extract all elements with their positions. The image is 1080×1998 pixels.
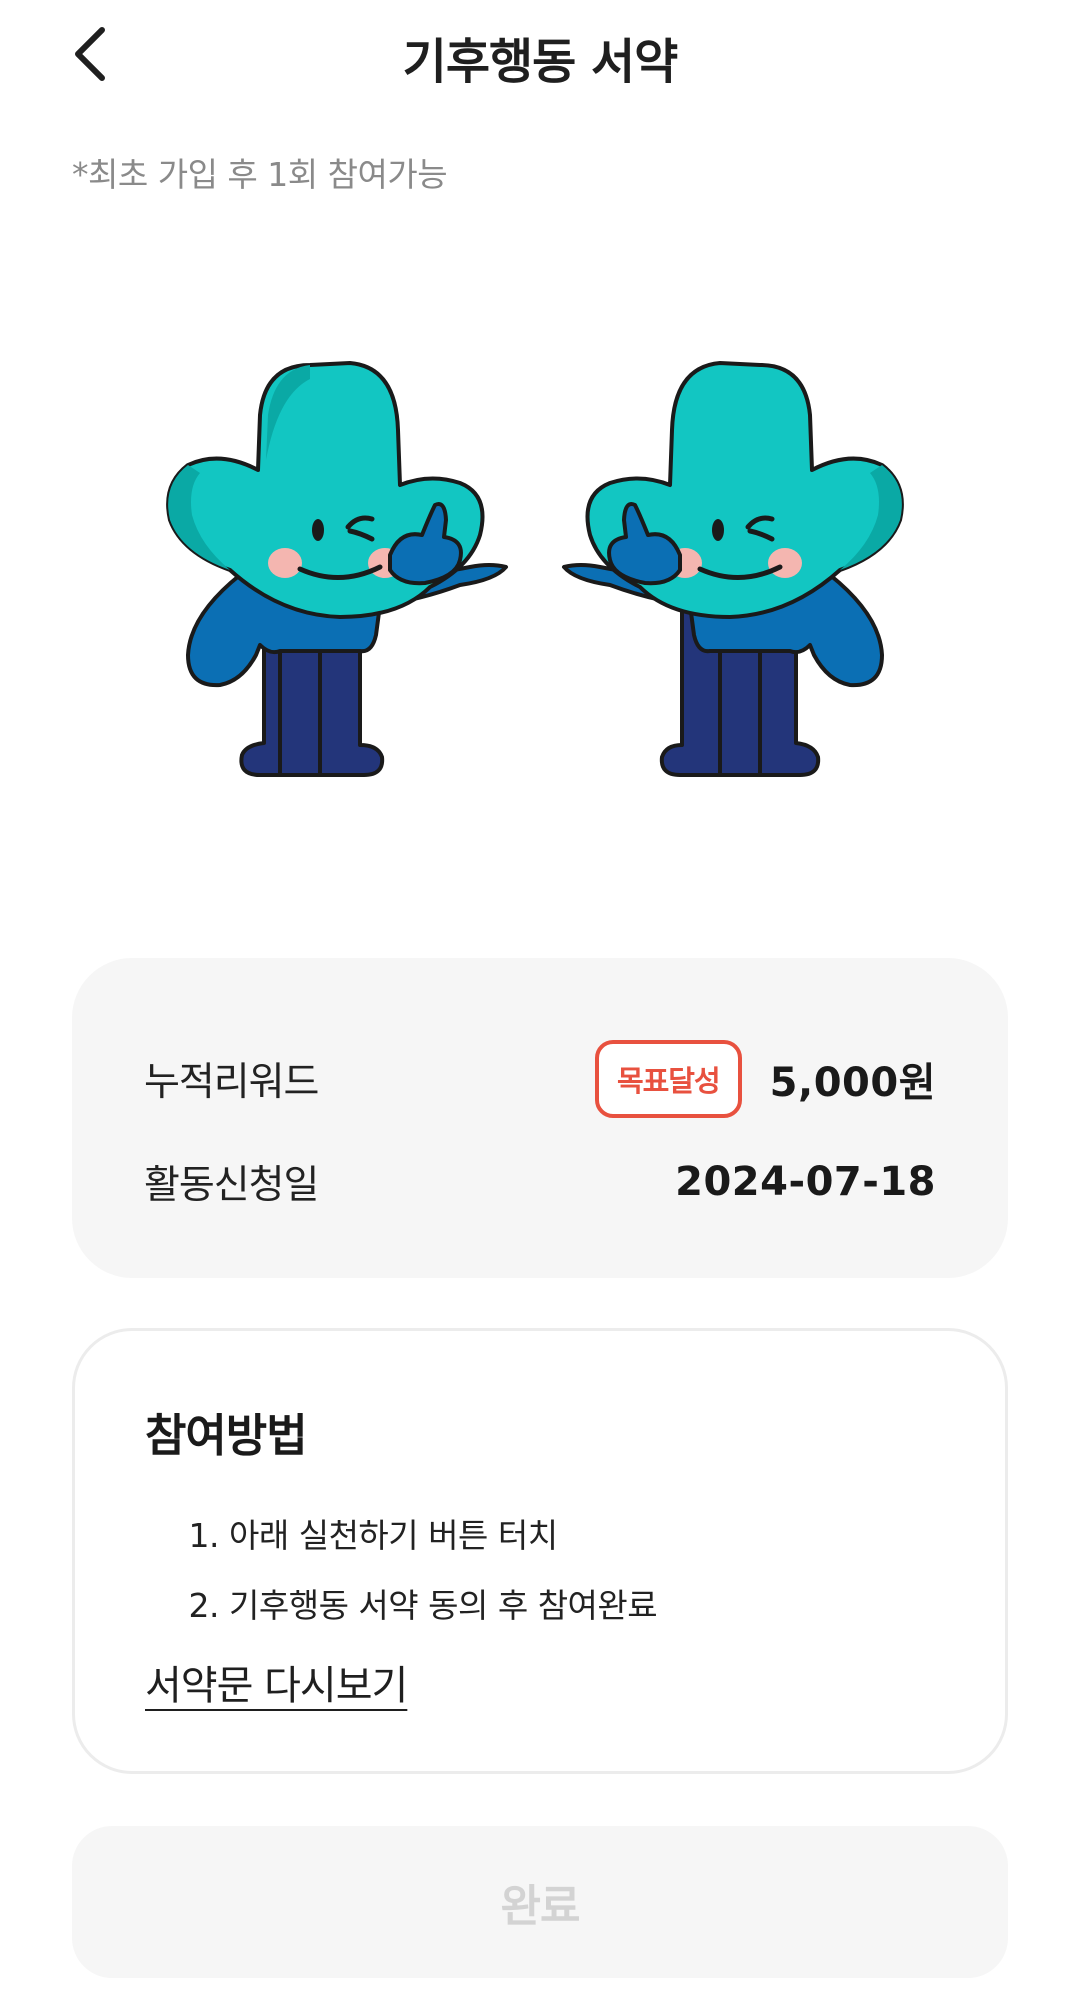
method-title: 참여방법	[145, 1409, 308, 1462]
goal-achieved-badge: 목표달성	[594, 1040, 742, 1118]
apply-date-value: 2024-07-18	[675, 1159, 936, 1205]
mascot-illustration	[160, 355, 920, 795]
step-number: 1.	[188, 1516, 220, 1555]
complete-button[interactable]: 완료	[72, 1826, 1008, 1978]
method-steps-list: 1. 아래 실천하기 버튼 터치 2. 기후행동 서약 동의 후 참여완료	[175, 1501, 658, 1641]
mascot-right-image	[562, 361, 904, 777]
apply-date-row: 활동신청일 2024-07-18	[144, 1154, 936, 1210]
accumulated-reward-row: 누적리워드 목표달성 5,000원	[144, 1040, 936, 1118]
reward-summary-card: 누적리워드 목표달성 5,000원 활동신청일 2024-07-18	[72, 958, 1008, 1278]
step-text: 아래 실천하기 버튼 터치	[229, 1516, 558, 1555]
accumulated-reward-values: 목표달성 5,000원	[594, 1040, 936, 1118]
list-item: 2. 기후행동 서약 동의 후 참여완료	[175, 1571, 658, 1641]
app-header: 기후행동 서약	[0, 0, 1080, 110]
apply-date-label: 활동신청일	[144, 1163, 319, 1208]
step-text: 기후행동 서약 동의 후 참여완료	[229, 1586, 658, 1625]
mascot-left-image	[166, 361, 508, 777]
participation-method-card: 참여방법 1. 아래 실천하기 버튼 터치 2. 기후행동 서약 동의 후 참여완료…	[72, 1328, 1008, 1774]
page-title: 기후행동 서약	[402, 34, 679, 90]
accumulated-reward-label: 누적리워드	[144, 1060, 319, 1105]
accumulated-reward-value: 5,000원	[769, 1060, 936, 1106]
step-number: 2.	[188, 1586, 220, 1625]
list-item: 1. 아래 실천하기 버튼 터치	[175, 1501, 657, 1571]
reread-pledge-link[interactable]: 서약문 다시보기	[145, 1653, 408, 1711]
participation-notice: *최초 가입 후 1회 참여가능	[72, 155, 448, 194]
